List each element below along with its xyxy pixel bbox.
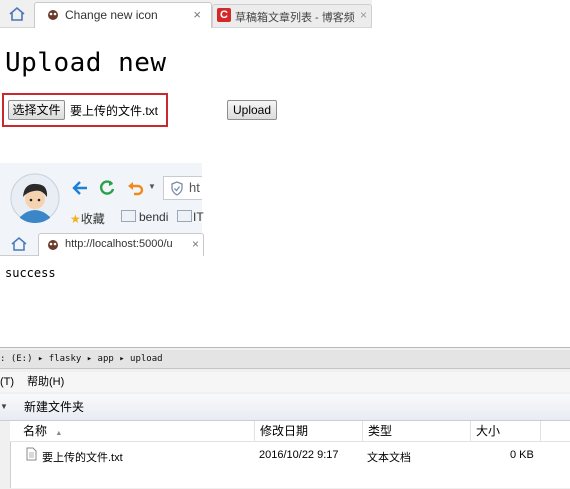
site-favicon-icon <box>47 239 59 254</box>
undo-icon[interactable] <box>126 178 146 201</box>
column-header: 名称 ▲ 修改日期 类型 大小 <box>10 421 570 442</box>
chevron-down-icon[interactable]: ▼ <box>148 182 156 191</box>
bookmark-favorites[interactable]: ★收藏 <box>70 210 105 227</box>
close-tab-icon[interactable]: × <box>360 8 367 22</box>
page-title: Upload new <box>5 48 167 78</box>
file-size: 0 KB <box>510 449 534 461</box>
file-type: 文本文档 <box>367 452 411 464</box>
address-text: ht <box>189 180 200 195</box>
home-icon[interactable] <box>8 5 26 23</box>
bookmark-bendi[interactable]: bendi <box>121 210 168 224</box>
close-tab-icon[interactable]: × <box>192 237 199 251</box>
menu-item-help[interactable]: 帮助(H) <box>27 372 64 392</box>
tab-change-new-icon[interactable]: Change new icon × <box>34 2 212 28</box>
address-bar[interactable]: ht <box>163 176 202 200</box>
choose-file-button[interactable]: 选择文件 <box>8 100 65 120</box>
site-favicon-icon <box>47 9 59 21</box>
shield-icon <box>170 181 184 199</box>
explorer-toolbar: ▼ 新建文件夹 <box>0 394 570 421</box>
menu-item-tools[interactable]: (T) <box>0 372 14 392</box>
column-modified[interactable]: 修改日期 <box>255 421 363 441</box>
back-arrow-icon[interactable] <box>70 178 90 201</box>
folder-icon <box>121 210 136 222</box>
column-type[interactable]: 类型 <box>363 421 471 441</box>
bookmark-it[interactable]: IT <box>177 210 204 224</box>
file-modified: 2016/10/22 9:17 <box>259 449 339 461</box>
tab-url: http://localhost:5000/u <box>65 238 173 250</box>
sort-asc-icon: ▲ <box>55 430 63 437</box>
folder-icon <box>177 210 192 222</box>
column-name[interactable]: 名称 ▲ <box>10 421 255 441</box>
tab-title: 草稿箱文章列表 - 博客频 <box>235 12 355 24</box>
text-file-icon <box>26 447 37 464</box>
tab-title: Change new icon <box>65 8 158 22</box>
close-tab-icon[interactable]: × <box>193 7 201 22</box>
csdn-logo-icon: C <box>217 8 231 22</box>
star-icon: ★ <box>70 212 81 226</box>
column-size[interactable]: 大小 <box>471 421 541 441</box>
file-name: 要上传的文件.txt <box>42 452 123 464</box>
response-text: success <box>5 266 56 280</box>
refresh-icon[interactable] <box>97 178 117 201</box>
user-avatar[interactable] <box>10 173 60 223</box>
table-row[interactable]: 要上传的文件.txt 2016/10/22 9:17 文本文档 0 KB <box>10 445 570 465</box>
upload-button[interactable]: Upload <box>227 100 277 120</box>
home-icon[interactable] <box>10 236 28 255</box>
tab-draft-articles[interactable]: C 草稿箱文章列表 - 博客频 × <box>212 4 372 27</box>
selected-file-name: 要上传的文件.txt <box>70 104 159 118</box>
tab-localhost[interactable]: http://localhost:5000/u × <box>38 233 204 256</box>
menu-bar: (T) 帮助(H) <box>0 372 570 392</box>
breadcrumb[interactable]: : (E:) ▸ flasky ▸ app ▸ upload <box>0 350 570 369</box>
new-folder-button[interactable]: 新建文件夹 <box>24 394 84 420</box>
chevron-down-icon[interactable]: ▼ <box>0 394 8 420</box>
